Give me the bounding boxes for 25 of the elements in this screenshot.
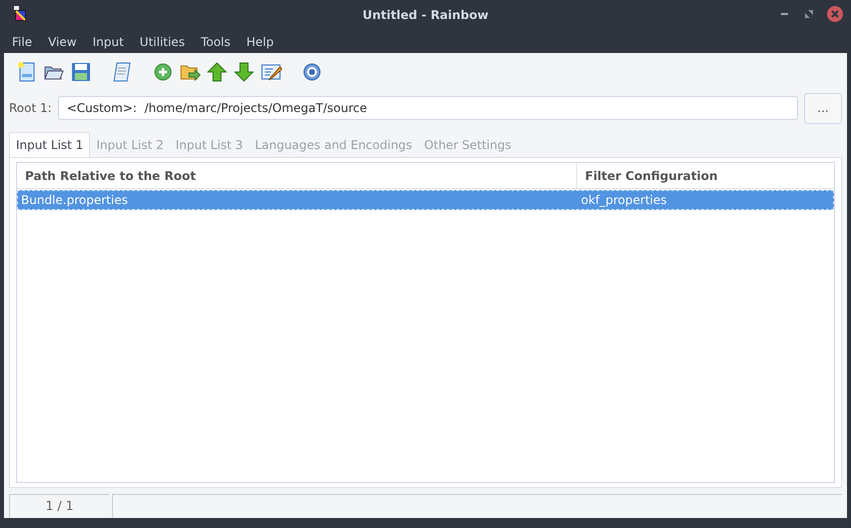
app-icon: [13, 6, 27, 22]
menu-item[interactable]: View: [40, 32, 85, 50]
minimize-icon[interactable]: [781, 12, 791, 16]
close-icon[interactable]: [827, 6, 843, 22]
root-path-field[interactable]: <Custom>: /home/marc/Projects/OmegaT/source: [58, 96, 798, 120]
root-label: Root 1:: [9, 100, 52, 117]
save-icon[interactable]: [70, 60, 92, 82]
browse-button[interactable]: ...: [804, 92, 842, 124]
scroll-icon[interactable]: [110, 60, 132, 82]
menu-item[interactable]: File: [4, 32, 40, 50]
menu-item[interactable]: Utilities: [132, 32, 193, 50]
down-arrow-icon[interactable]: [232, 60, 254, 82]
maximize-icon[interactable]: [805, 10, 813, 18]
window-title: Untitled - Rainbow: [362, 8, 488, 22]
column-header[interactable]: Path Relative to the Root: [17, 163, 577, 188]
up-arrow-icon[interactable]: [206, 60, 228, 82]
menu-item[interactable]: Tools: [192, 32, 238, 50]
menu-item[interactable]: Help: [238, 32, 282, 50]
tab[interactable]: Input List 1: [9, 132, 90, 157]
menu-item[interactable]: Input: [84, 32, 132, 50]
status-text: 1 / 1: [45, 497, 74, 516]
help-icon[interactable]: [300, 60, 322, 82]
add-icon[interactable]: [152, 60, 174, 82]
new-document-icon[interactable]: [16, 60, 38, 82]
column-header[interactable]: Filter Configuration: [577, 163, 834, 188]
